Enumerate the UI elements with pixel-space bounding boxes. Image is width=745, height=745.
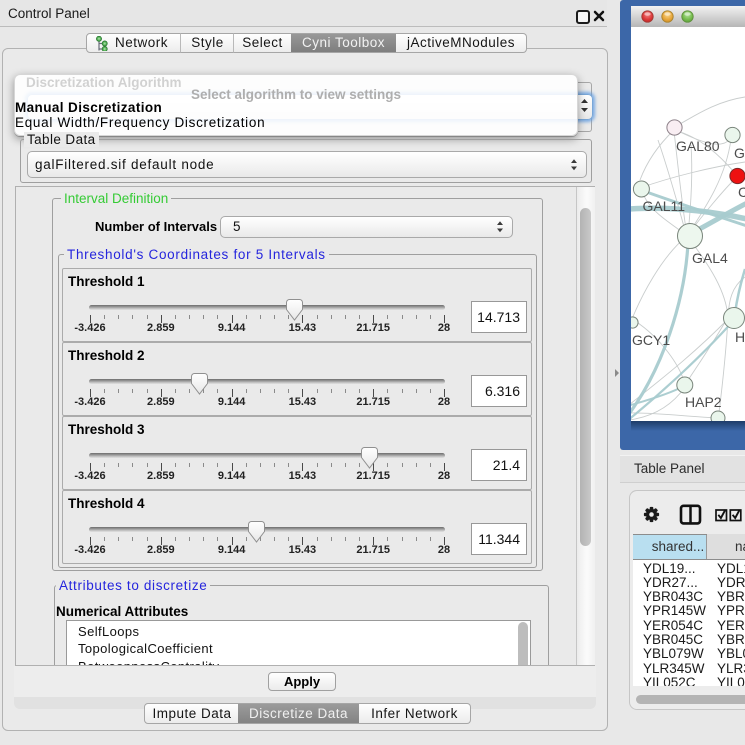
svg-text:C: C [738, 184, 745, 200]
svg-text:H: H [735, 329, 745, 345]
svg-text:GAL80: GAL80 [676, 138, 720, 154]
svg-text:GAL4: GAL4 [692, 250, 728, 266]
svg-text:GCY1: GCY1 [632, 332, 670, 348]
svg-text:HAP2: HAP2 [685, 394, 722, 410]
svg-text:GAL11: GAL11 [643, 198, 686, 214]
svg-text:G: G [734, 145, 745, 161]
